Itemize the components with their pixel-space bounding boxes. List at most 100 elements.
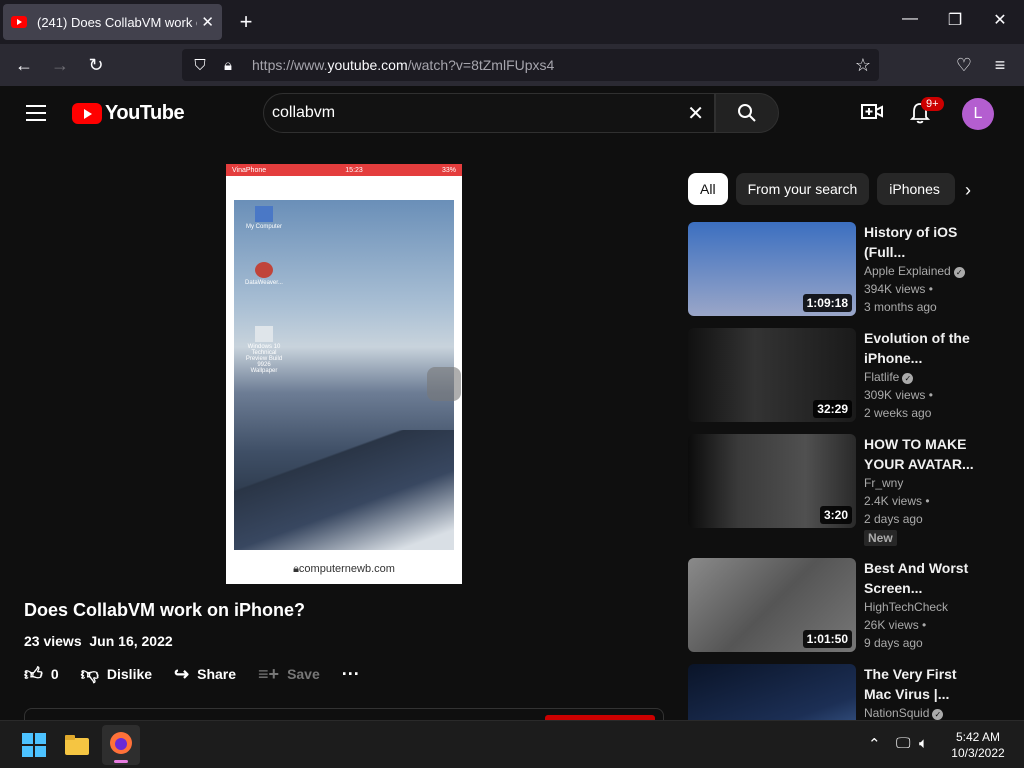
rec-channel[interactable]: Flatlife ✓ — [864, 368, 984, 386]
bookmark-star-icon[interactable]: ☆ — [855, 55, 871, 76]
more-horizontal-icon: ··· — [341, 663, 360, 684]
rec-views: 2.4K views • — [864, 494, 930, 508]
youtube-logo[interactable]: YouTube — [72, 102, 185, 125]
app-icon — [255, 262, 273, 278]
windows-taskbar: ⌃ 🖵︎ 🔈︎ 5:42 AM 10/3/2022 — [0, 720, 1024, 768]
tab-title: (241) Does CollabVM work on iPhone? - Yo… — [37, 14, 197, 30]
video-thumbnail[interactable] — [688, 664, 856, 720]
hamburger-menu-icon[interactable] — [26, 105, 46, 121]
rec-title[interactable]: History of iOS (Full... — [864, 222, 984, 262]
recommendation-item[interactable]: 3:20 HOW TO MAKE YOUR AVATAR... Fr_wny 2… — [688, 434, 1008, 546]
browser-tab[interactable]: (241) Does CollabVM work on iPhone? - Yo… — [3, 4, 222, 40]
share-arrow-icon: ↪ — [174, 663, 190, 684]
dislike-button[interactable]: 👎︎ Dislike — [81, 663, 152, 685]
duration-badge: 32:29 — [813, 400, 852, 418]
mountain-wallpaper — [234, 430, 454, 550]
rec-title[interactable]: HOW TO MAKE YOUR AVATAR... — [864, 434, 984, 474]
clear-search-icon[interactable]: ✕ — [687, 101, 704, 126]
system-clock[interactable]: 5:42 AM 10/3/2022 — [946, 729, 1010, 761]
account-avatar[interactable]: L — [962, 98, 994, 130]
new-badge: New — [864, 530, 897, 546]
thumbs-up-icon: 👍︎ — [24, 664, 43, 684]
more-actions-button[interactable]: ··· — [342, 664, 368, 685]
share-button[interactable]: ↪ Share — [174, 664, 236, 685]
phone-status-bar: VinaPhone 15:23 33% — [226, 164, 462, 176]
rec-views: 309K views • — [864, 388, 933, 402]
active-indicator — [114, 760, 128, 763]
firefox-taskbar-button[interactable] — [102, 725, 140, 765]
volume-icon[interactable]: 🔈︎ — [919, 735, 928, 752]
desktop-icon: My Computer — [244, 206, 284, 230]
search-query[interactable]: collabvm — [272, 104, 335, 122]
browser-tab-strip: (241) Does CollabVM work on iPhone? - Yo… — [0, 0, 1024, 44]
chip-from-your-search[interactable]: From your search — [735, 173, 870, 205]
chevron-up-icon[interactable]: ⌃ — [868, 735, 881, 753]
search-icon — [738, 104, 756, 122]
video-actions: 👍︎ 0 👎︎ Dislike ↪ Share ≡+ Save ··· — [24, 662, 390, 686]
pocket-icon[interactable]: ♡ — [952, 53, 976, 77]
create-video-icon[interactable] — [861, 102, 883, 122]
chip-iphones[interactable]: iPhones — [877, 173, 956, 205]
duration-badge: 1:09:18 — [802, 294, 852, 312]
desktop-icon: DataWeaver... — [244, 262, 284, 286]
recommendation-item[interactable]: 32:29 Evolution of the iPhone... Flatlif… — [688, 328, 1008, 424]
back-arrow-icon[interactable]: ← — [12, 53, 36, 77]
rec-channel[interactable]: Fr_wny — [864, 474, 984, 492]
duration-badge: 3:20 — [819, 506, 852, 524]
recommendation-item[interactable]: The Very First Mac Virus |... NationSqui… — [688, 664, 1008, 720]
lock-icon[interactable]: 🔒︎ — [218, 57, 238, 74]
rec-channel[interactable]: HighTechCheck — [864, 598, 984, 616]
like-button[interactable]: 👍︎ 0 — [24, 663, 59, 685]
rec-views: 26K views • — [864, 618, 927, 632]
rec-title[interactable]: Best And Worst Screen... — [864, 558, 984, 598]
rec-views: 394K views • — [864, 282, 933, 296]
forward-arrow-icon[interactable]: → — [48, 53, 72, 77]
rec-title[interactable]: The Very First Mac Virus |... — [864, 664, 984, 704]
rec-title[interactable]: Evolution of the iPhone... — [864, 328, 984, 368]
recommendation-item[interactable]: 1:09:18 History of iOS (Full... Apple Ex… — [688, 222, 1008, 318]
video-thumbnail[interactable]: 32:29 — [688, 328, 856, 422]
chip-all[interactable]: All — [688, 173, 728, 205]
chevron-right-icon[interactable]: › — [965, 180, 971, 201]
clock-time: 5:42 AM — [955, 730, 1001, 744]
browser-toolbar: ← → ↻ ⛉ 🔒︎ https://www.youtube.com/watch… — [0, 44, 1024, 86]
assistive-touch-icon — [427, 367, 461, 401]
new-tab-button[interactable]: + — [234, 8, 258, 36]
video-player[interactable]: VinaPhone 15:23 33% My Computer DataWeav… — [226, 164, 462, 584]
video-meta: 23 views Jun 16, 2022 — [24, 633, 173, 649]
notification-badge: 9+ — [921, 97, 944, 111]
video-thumbnail[interactable]: 1:01:50 — [688, 558, 856, 652]
address-bar[interactable]: ⛉ 🔒︎ https://www.youtube.com/watch?v=8tZ… — [182, 49, 879, 81]
windows-start-icon[interactable] — [20, 731, 48, 759]
shield-icon[interactable]: ⛉ — [190, 57, 210, 74]
video-caption: 🔒︎computernewb.com — [293, 563, 395, 575]
search-input[interactable]: collabvm ✕ — [263, 93, 715, 133]
recommendation-item[interactable]: 1:01:50 Best And Worst Screen... HighTec… — [688, 558, 1008, 654]
desktop-icon: Windows 10 Technical Preview Build 9926 … — [244, 326, 284, 374]
duration-badge: 1:01:50 — [802, 630, 852, 648]
rec-channel[interactable]: NationSquid ✓ — [864, 704, 984, 720]
thumbs-down-icon: 👎︎ — [80, 664, 99, 684]
playlist-add-icon: ≡+ — [258, 663, 280, 684]
close-tab-icon[interactable]: ✕ — [201, 13, 214, 31]
restore-icon[interactable]: ❐ — [943, 10, 967, 30]
network-icon[interactable]: 🖵︎ — [896, 735, 910, 752]
computer-icon — [255, 206, 273, 222]
video-thumbnail[interactable]: 1:09:18 — [688, 222, 856, 316]
search-button[interactable] — [715, 93, 779, 133]
reload-icon[interactable]: ↻ — [84, 53, 108, 77]
close-window-icon[interactable]: ✕ — [988, 10, 1012, 30]
video-title: Does CollabVM work on iPhone? — [24, 600, 306, 620]
verified-check-icon: ✓ — [932, 709, 944, 720]
rec-age: 9 days ago — [864, 636, 923, 650]
minimize-icon[interactable]: — — [898, 10, 922, 28]
verified-check-icon: ✓ — [953, 267, 965, 278]
video-thumbnail[interactable]: 3:20 — [688, 434, 856, 528]
file-explorer-icon[interactable] — [63, 731, 91, 759]
rec-age: 3 months ago — [864, 300, 937, 314]
save-button[interactable]: ≡+ Save — [258, 664, 320, 685]
url-text[interactable]: https://www.youtube.com/watch?v=8tZmlFUp… — [252, 57, 554, 73]
rec-channel[interactable]: Apple Explained ✓ — [864, 262, 984, 280]
menu-icon[interactable]: ≡ — [988, 53, 1012, 77]
youtube-header: YouTube collabvm ✕ 9+ L — [0, 86, 1024, 142]
